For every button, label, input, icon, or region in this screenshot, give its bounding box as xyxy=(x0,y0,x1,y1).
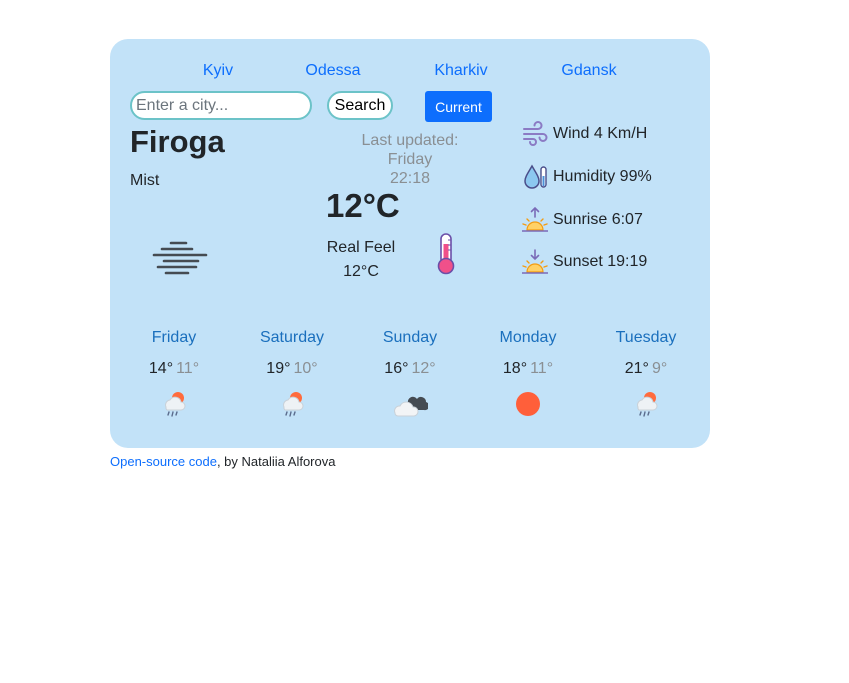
forecast-day-name: Friday xyxy=(151,329,197,346)
real-feel: Real Feel 12°C xyxy=(315,236,407,284)
mist-icon xyxy=(152,239,208,282)
forecast-max-temp: 16° xyxy=(384,360,409,377)
forecast-day-name: Saturday xyxy=(259,329,325,346)
forecast-max-temp: 14° xyxy=(148,360,174,377)
forecast-min-temp: 12° xyxy=(411,360,436,377)
sunrise-icon xyxy=(522,206,548,232)
footer-author: , by Nataliia Alforova xyxy=(216,454,336,469)
sunset-icon xyxy=(522,249,548,274)
current-location-button[interactable]: Current xyxy=(425,91,492,122)
forecast-min-temp: 11° xyxy=(530,360,554,377)
search-input[interactable] xyxy=(130,91,312,120)
forecast-day: Friday 14° 11° xyxy=(115,327,233,420)
city-name: Firoga xyxy=(130,124,225,159)
sunset-label: Sunset 19:19 xyxy=(553,253,648,270)
real-feel-label: Real Feel xyxy=(326,239,396,256)
weather-description: Mist xyxy=(130,172,160,189)
sunrise-label: Sunrise 6:07 xyxy=(553,211,643,228)
last-updated: Last updated: Friday 22:18 xyxy=(340,131,480,188)
thermometer-icon xyxy=(435,232,457,281)
forecast-min-temp: 11° xyxy=(176,360,200,377)
forecast-day: Tuesday 21° 9° xyxy=(587,327,705,420)
forecast-day-name: Monday xyxy=(499,329,557,346)
weather-card: Kyiv Odessa Kharkiv Gdansk Search Curren… xyxy=(110,39,710,448)
wind-icon xyxy=(523,121,548,146)
forecast-max-temp: 19° xyxy=(266,360,291,377)
humidity-label: Humidity 99% xyxy=(553,168,652,185)
city-links: Kyiv Odessa Kharkiv Gdansk xyxy=(110,39,710,99)
current-temperature: 12°C xyxy=(326,187,400,224)
last-updated-time: 22:18 xyxy=(389,170,431,187)
forecast-min-temp: 10° xyxy=(293,360,318,377)
forecast-day: Monday 18° 11° xyxy=(469,327,587,420)
forecast-day: Saturday 19° 10° xyxy=(233,327,351,420)
forecast-min-temp: 9° xyxy=(651,360,668,377)
rain-sun-icon xyxy=(283,392,304,417)
forecast-day-name: Sunday xyxy=(382,329,438,346)
humidity-detail: Humidity 99% xyxy=(521,161,652,193)
sunset-detail: Sunset 19:19 xyxy=(521,246,647,278)
forecast-day: Sunday 16° 12° xyxy=(351,327,469,420)
last-updated-day: Friday xyxy=(387,151,433,168)
rain-sun-icon xyxy=(165,392,186,417)
forecast-day-name: Tuesday xyxy=(615,329,677,346)
forecast-max-temp: 21° xyxy=(624,360,649,377)
sun-icon xyxy=(516,392,540,416)
humidity-icon xyxy=(524,164,547,189)
cloudy-icon xyxy=(394,396,428,417)
wind-label: Wind 4 Km/H xyxy=(553,125,648,142)
real-feel-value: 12°C xyxy=(343,263,379,280)
sunrise-detail: Sunrise 6:07 xyxy=(521,204,643,236)
city-link-gdansk[interactable]: Gdansk xyxy=(561,62,616,80)
forecast-max-temp: 18° xyxy=(502,360,528,377)
wind-detail: Wind 4 Km/H xyxy=(521,118,647,150)
last-updated-label: Last updated: xyxy=(361,132,459,149)
source-code-link[interactable]: Open-source code xyxy=(110,454,217,469)
rain-sun-icon xyxy=(637,392,658,417)
city-link-odessa[interactable]: Odessa xyxy=(305,62,360,80)
search-button[interactable]: Search xyxy=(327,91,393,120)
city-link-kharkiv[interactable]: Kharkiv xyxy=(434,62,487,80)
city-link-kyiv[interactable]: Kyiv xyxy=(203,62,233,80)
footer: Open-source code, by Nataliia Alforova xyxy=(110,454,335,469)
